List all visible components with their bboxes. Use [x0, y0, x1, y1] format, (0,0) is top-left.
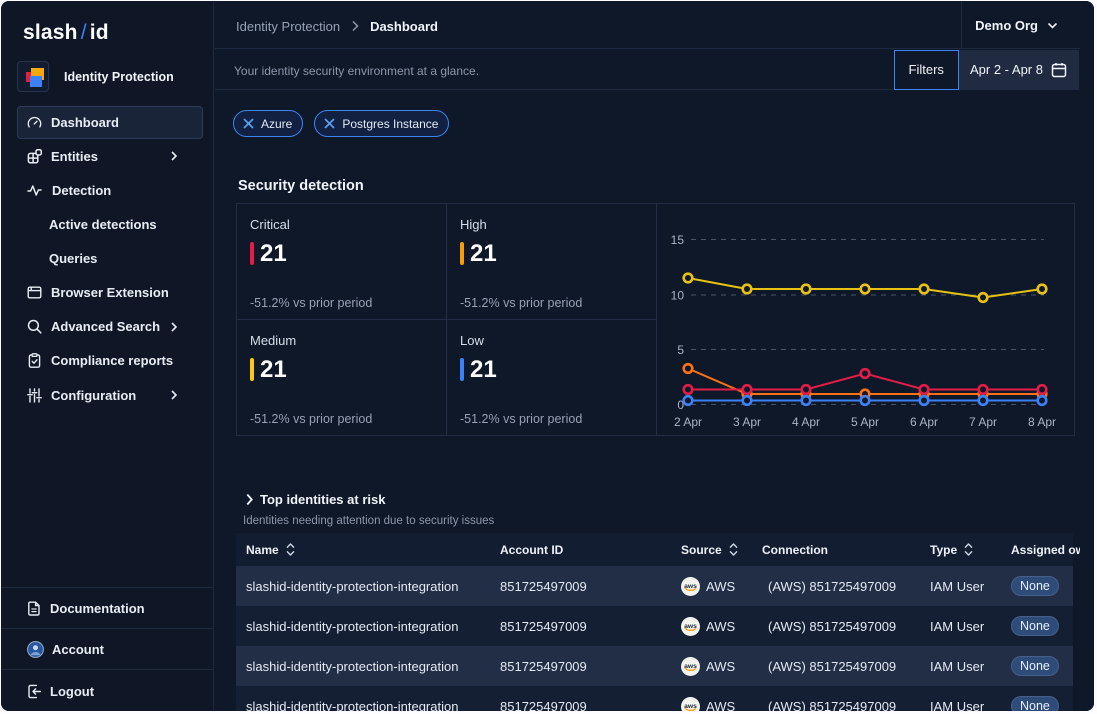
- svg-text:3 Apr: 3 Apr: [733, 415, 761, 429]
- svg-text:10: 10: [671, 289, 685, 303]
- svg-text:2 Apr: 2 Apr: [674, 415, 702, 429]
- svg-text:15: 15: [671, 233, 685, 247]
- svg-text:6 Apr: 6 Apr: [910, 415, 938, 429]
- svg-text:5 Apr: 5 Apr: [851, 415, 879, 429]
- svg-text:5: 5: [677, 343, 684, 357]
- svg-text:4 Apr: 4 Apr: [792, 415, 820, 429]
- svg-text:8 Apr: 8 Apr: [1028, 415, 1056, 429]
- svg-text:7 Apr: 7 Apr: [969, 415, 997, 429]
